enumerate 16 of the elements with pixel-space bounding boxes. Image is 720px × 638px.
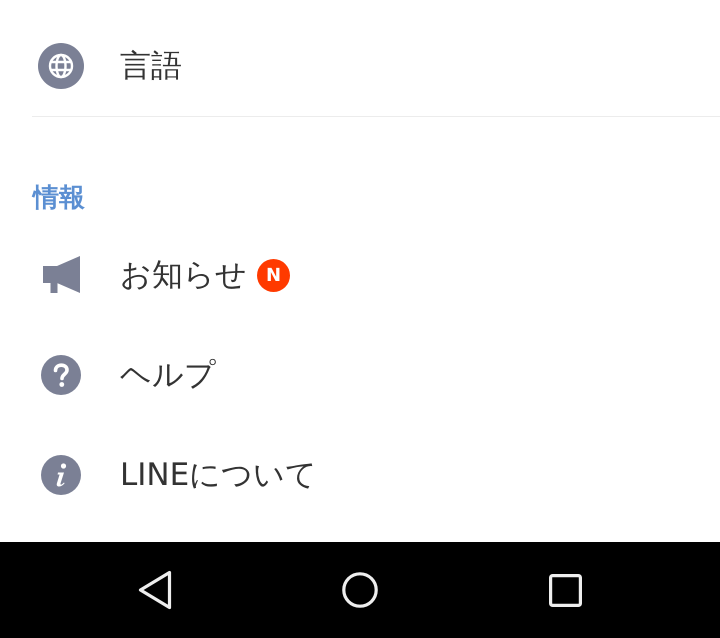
section-header: 情報 bbox=[33, 183, 85, 213]
back-button[interactable] bbox=[138, 570, 172, 610]
triangle-icon bbox=[138, 570, 172, 610]
globe-icon bbox=[38, 43, 84, 89]
circle-icon bbox=[342, 572, 378, 608]
recent-apps-button[interactable] bbox=[548, 574, 582, 606]
menu-item[interactable]: ヘルプ bbox=[120, 355, 216, 395]
menu-item[interactable]: LINEについて bbox=[120, 455, 318, 495]
menu-item[interactable]: お知らせ bbox=[120, 255, 247, 295]
home-button[interactable] bbox=[342, 572, 378, 608]
info-icon bbox=[41, 455, 81, 495]
megaphone-icon bbox=[42, 256, 80, 294]
new-badge: N bbox=[257, 258, 290, 292]
menu-item[interactable]: 言語 bbox=[120, 46, 182, 86]
help-icon bbox=[41, 355, 81, 395]
square-icon bbox=[548, 574, 582, 606]
